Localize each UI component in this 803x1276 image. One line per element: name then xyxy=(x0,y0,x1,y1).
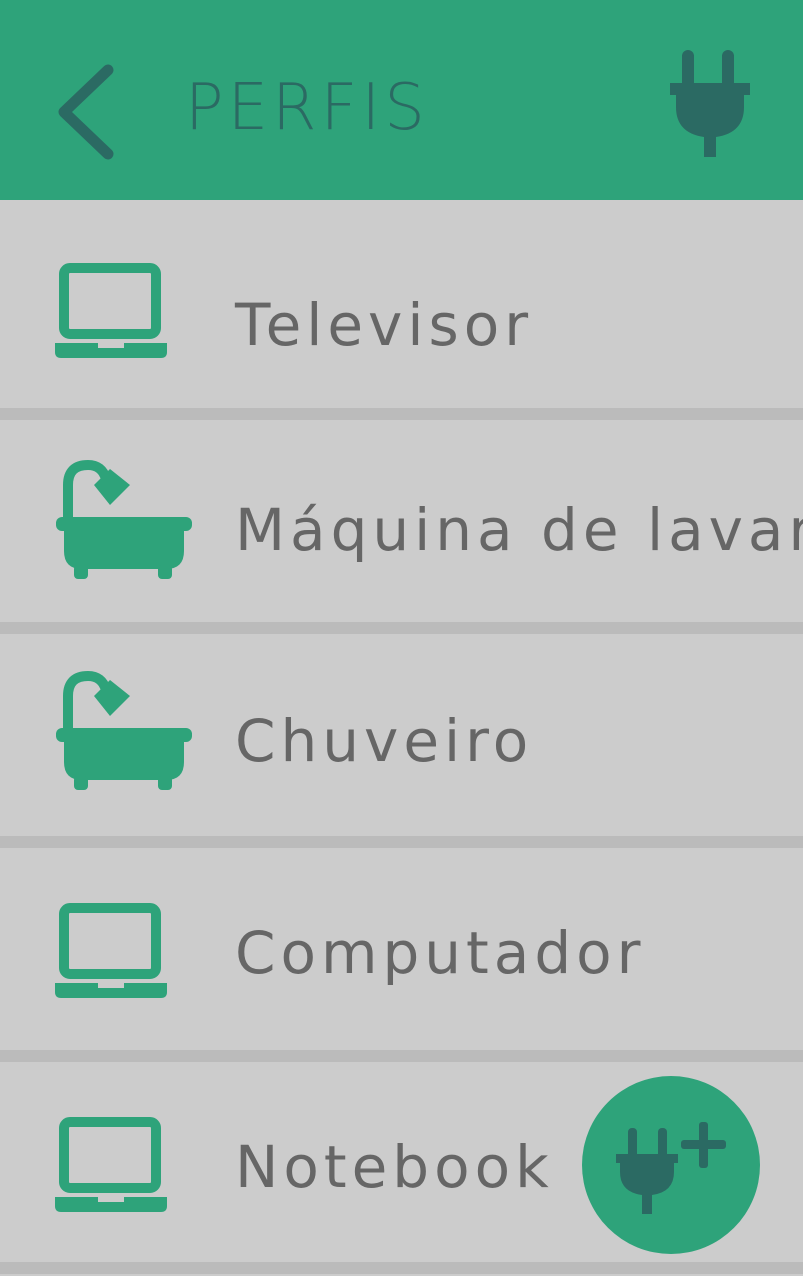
list-item-label: Máquina de lavar xyxy=(235,496,803,564)
list-item-label: Televisor xyxy=(235,291,534,359)
list-item-label: Chuveiro xyxy=(235,707,534,775)
divider xyxy=(0,622,803,634)
plug-icon xyxy=(670,50,750,157)
app-header: PERFIS xyxy=(0,0,803,200)
list-item-label: Computador xyxy=(235,919,646,987)
list-item-chuveiro[interactable]: Chuveiro xyxy=(0,634,803,834)
divider xyxy=(0,1262,803,1274)
list-item-label: Notebook xyxy=(235,1133,554,1201)
bathtub-shower-icon xyxy=(50,666,200,796)
laptop-icon xyxy=(50,1102,200,1232)
chevron-left-icon xyxy=(58,64,114,160)
plug-add-icon xyxy=(616,1122,726,1214)
divider xyxy=(0,1050,803,1062)
add-profile-button[interactable] xyxy=(582,1076,760,1254)
laptop-icon xyxy=(50,248,200,378)
page-title: PERFIS xyxy=(185,71,429,145)
list-item-televisor[interactable]: Televisor xyxy=(0,208,803,408)
plug-button[interactable] xyxy=(660,45,760,165)
divider xyxy=(0,408,803,420)
list-item-computador[interactable]: Computador xyxy=(0,848,803,1048)
bathtub-shower-icon xyxy=(50,455,200,585)
back-button[interactable] xyxy=(40,50,130,170)
list-item-maquina-de-lavar[interactable]: Máquina de lavar xyxy=(0,420,803,620)
laptop-icon xyxy=(50,888,200,1018)
divider xyxy=(0,836,803,848)
